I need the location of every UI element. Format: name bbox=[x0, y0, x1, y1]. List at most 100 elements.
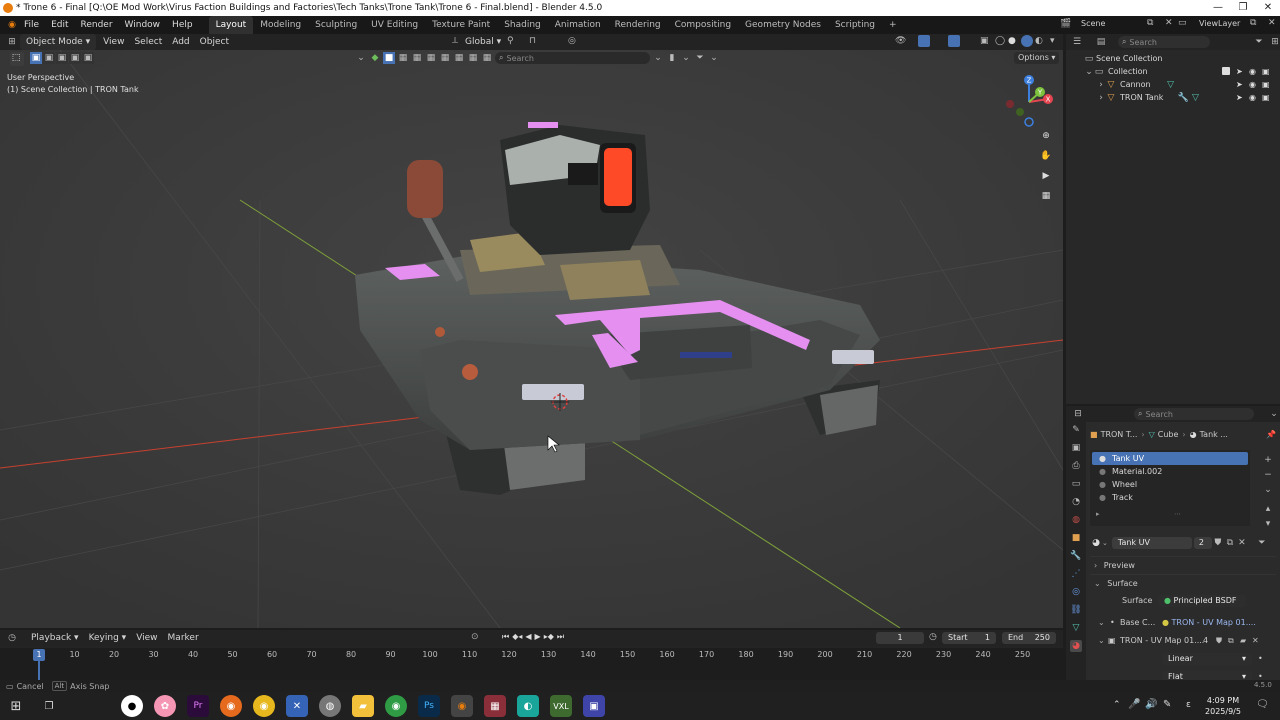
surface-shader-field[interactable]: ● Principled BSDF bbox=[1158, 595, 1246, 607]
properties-options-icon[interactable]: ⌄ bbox=[1268, 408, 1280, 420]
select-tool-icon[interactable]: ⬚ bbox=[10, 52, 22, 64]
bookmark-dropdown-icon[interactable]: ⌄ bbox=[680, 52, 692, 64]
play-reverse-icon[interactable]: ◀ bbox=[525, 632, 531, 642]
jump-keyframe-forward-icon[interactable]: ▸◆ bbox=[544, 632, 554, 642]
expanded-icon[interactable]: ⌄ bbox=[1098, 614, 1105, 632]
tray-microphone-icon[interactable]: 🎤 bbox=[1128, 699, 1140, 710]
pan-hand-icon[interactable]: ✋ bbox=[1040, 150, 1052, 162]
expand-icon[interactable]: › bbox=[1096, 92, 1106, 104]
outliner-row-cannon[interactable]: › ▽ Cannon ▽ ➤ ◉ ▣ bbox=[1066, 78, 1280, 91]
tab-animation[interactable]: Animation bbox=[548, 16, 608, 34]
tab-geometry-nodes[interactable]: Geometry Nodes bbox=[738, 16, 828, 34]
menu-add[interactable]: Add bbox=[167, 34, 194, 50]
slot-specials-icon[interactable]: ⌄ bbox=[1262, 484, 1274, 496]
tab-layout[interactable]: Layout bbox=[208, 16, 254, 34]
material-slot-material-002[interactable]: ● Material.002 bbox=[1092, 465, 1248, 478]
playhead[interactable]: 1 bbox=[33, 649, 45, 661]
menu-object[interactable]: Object bbox=[195, 34, 234, 50]
scene-name[interactable]: Scene bbox=[1081, 19, 1105, 28]
tab-modeling[interactable]: Modeling bbox=[253, 16, 308, 34]
duplicate-material-icon[interactable]: ⧉ bbox=[1224, 537, 1236, 549]
visibility-icon[interactable]: 👁 bbox=[895, 36, 906, 46]
material-users-field[interactable]: 2 bbox=[1193, 537, 1212, 549]
display-mode-icon[interactable]: ▤ bbox=[1096, 36, 1106, 48]
filter-icon-6[interactable]: ▦ bbox=[453, 52, 465, 64]
shading-solid-icon[interactable]: ● bbox=[1008, 36, 1016, 46]
filter-dropdown-icon[interactable]: ⌄ bbox=[708, 52, 720, 64]
chrome-2-icon[interactable]: ◉ bbox=[385, 695, 407, 717]
interpolation-dropdown[interactable]: Linear ▾ bbox=[1162, 653, 1252, 665]
shading-wireframe-icon[interactable]: ◯ bbox=[995, 36, 1005, 46]
options-dropdown[interactable]: Options ▾ bbox=[1014, 52, 1060, 64]
new-scene-icon[interactable]: ⧉ bbox=[1147, 18, 1153, 28]
image-browse-icon[interactable]: ▣ bbox=[1108, 632, 1116, 650]
chrome-icon[interactable]: ◉ bbox=[253, 695, 275, 717]
gizmo-neg-x-icon[interactable] bbox=[1006, 100, 1014, 108]
start-frame-field[interactable]: Start 1 bbox=[942, 632, 996, 644]
filter-funnel-icon[interactable]: ⏷ bbox=[694, 52, 706, 64]
modifier-tab-icon[interactable]: 🔧 bbox=[1070, 550, 1082, 562]
menu-marker[interactable]: Marker bbox=[163, 630, 204, 646]
select-arrow-icon[interactable]: ➤ bbox=[1236, 78, 1243, 91]
blender-menu-icon[interactable]: ◉ bbox=[6, 19, 18, 31]
expand-list-icon[interactable]: ▸ bbox=[1096, 510, 1100, 518]
tray-chevron-icon[interactable]: ⌃ bbox=[1113, 700, 1121, 710]
vxl-icon[interactable]: VXL bbox=[550, 695, 572, 717]
maximize-icon[interactable]: ❐ bbox=[1230, 0, 1256, 16]
ortho-grid-icon[interactable]: ▦ bbox=[1040, 190, 1052, 202]
xray-icon[interactable]: ▣ bbox=[980, 36, 989, 46]
menu-render[interactable]: Render bbox=[75, 16, 119, 34]
new-view-layer-icon[interactable]: ⧉ bbox=[1250, 18, 1256, 28]
select-arrow-icon[interactable]: ➤ bbox=[1236, 91, 1243, 104]
constraints-tab-icon[interactable]: ⛓ bbox=[1070, 604, 1082, 616]
surface-panel-header[interactable]: ⌄ Surface bbox=[1090, 574, 1276, 592]
blender-taskbar-icon[interactable]: ◉ bbox=[451, 695, 473, 717]
outliner-row-scene-collection[interactable]: ▭ Scene Collection bbox=[1066, 52, 1280, 65]
material-slot-tank-uv[interactable]: ● Tank UV bbox=[1092, 452, 1248, 465]
snap-icon[interactable]: ⊓ bbox=[529, 36, 536, 46]
properties-editor-icon[interactable]: ⊟ bbox=[1072, 408, 1084, 420]
shading-dropdown-icon[interactable]: ▾ bbox=[1050, 36, 1055, 46]
browse-dropdown-icon[interactable]: ⌄ bbox=[1102, 539, 1108, 547]
tab-rendering[interactable]: Rendering bbox=[608, 16, 668, 34]
camera-icon[interactable]: ▣ bbox=[1262, 91, 1270, 104]
physics-tab-icon[interactable]: ◎ bbox=[1070, 586, 1082, 598]
menu-view[interactable]: View bbox=[131, 630, 162, 646]
app-ring-icon[interactable]: ◍ bbox=[319, 695, 341, 717]
task-view-icon[interactable]: ❐ bbox=[38, 695, 60, 717]
object-tab-icon[interactable]: ■ bbox=[1070, 532, 1082, 544]
overlay-dropdown-icon[interactable]: ⌄ bbox=[652, 52, 664, 64]
filter-icon-4[interactable]: ▦ bbox=[425, 52, 437, 64]
expand-icon[interactable]: ⌄ bbox=[1084, 66, 1094, 78]
preview-panel-header[interactable]: › Preview bbox=[1090, 556, 1276, 574]
open-image-icon[interactable]: ▰ bbox=[1240, 632, 1246, 650]
remove-scene-icon[interactable]: ✕ bbox=[1165, 18, 1173, 28]
outliner-editor-icon[interactable]: ☰ bbox=[1072, 36, 1082, 48]
object-mode-dropdown[interactable]: Object Mode ▾ bbox=[20, 34, 97, 50]
timeline-editor-icon[interactable]: ◷ bbox=[6, 632, 18, 644]
tool-tab-icon[interactable]: ✎ bbox=[1070, 424, 1082, 436]
expanded-icon[interactable]: ⌄ bbox=[1098, 632, 1105, 650]
shading-rendered-icon[interactable]: ◐ bbox=[1035, 36, 1043, 46]
material-slot-track[interactable]: ● Track bbox=[1092, 491, 1248, 504]
premiere-icon[interactable]: Pr bbox=[187, 695, 209, 717]
tray-clock[interactable]: 4:09 PM 2025/9/5 bbox=[1200, 695, 1246, 717]
filter-icon-2[interactable]: ▦ bbox=[397, 52, 409, 64]
filter-icon-8[interactable]: ▦ bbox=[481, 52, 493, 64]
tab-uv-editing[interactable]: UV Editing bbox=[364, 16, 425, 34]
current-frame-field[interactable]: 1 bbox=[876, 632, 924, 644]
navigation-gizmo[interactable]: Z Y X bbox=[1000, 72, 1060, 132]
outliner-row-tron-tank[interactable]: › ▽ TRON Tank 🔧 ▽ ➤ ◉ ▣ bbox=[1066, 91, 1280, 104]
render-tab-icon[interactable]: ▣ bbox=[1070, 442, 1082, 454]
gizmo-toggle-icon[interactable] bbox=[918, 35, 930, 47]
camera-icon[interactable]: ▣ bbox=[1262, 78, 1270, 91]
add-workspace-button[interactable]: + bbox=[882, 16, 904, 34]
tab-scripting[interactable]: Scripting bbox=[828, 16, 882, 34]
app-pink-icon[interactable]: ✿ bbox=[154, 695, 176, 717]
resize-handle-icon[interactable]: ⋯ bbox=[1174, 510, 1181, 518]
select-new-icon[interactable]: ▣ bbox=[30, 52, 42, 64]
eye-icon[interactable]: ◉ bbox=[1249, 78, 1256, 91]
base-color-field[interactable]: ● TRON - UV Map 01.... bbox=[1162, 614, 1256, 632]
image-name-label[interactable]: TRON - UV Map 01.... bbox=[1120, 632, 1204, 650]
camera-icon[interactable]: ▣ bbox=[1262, 65, 1270, 78]
